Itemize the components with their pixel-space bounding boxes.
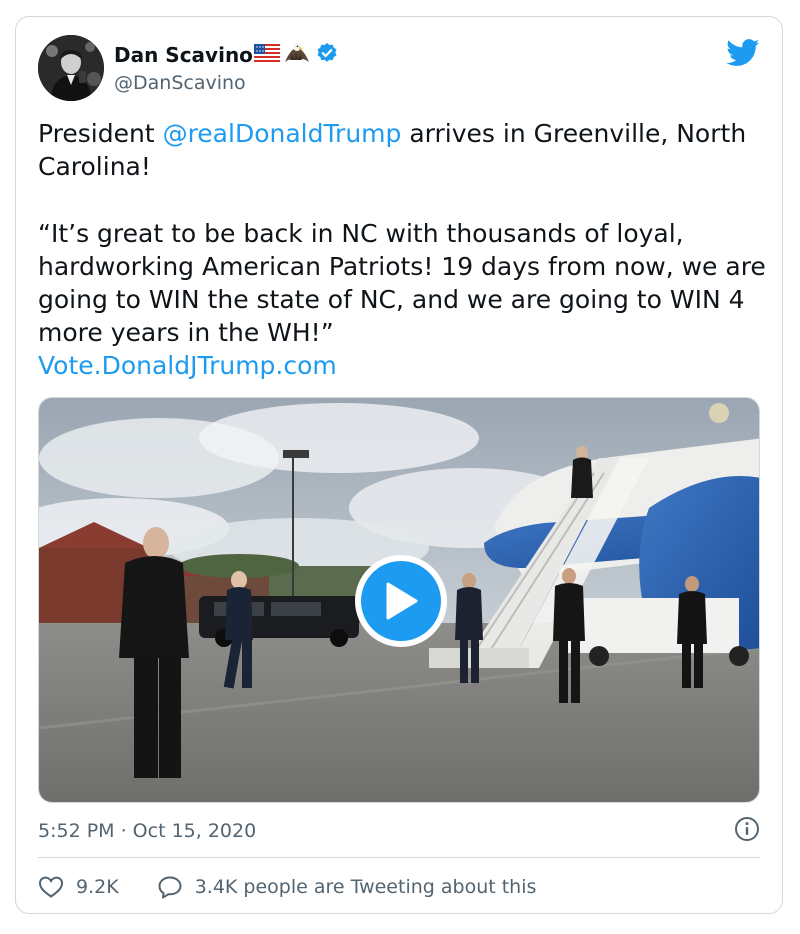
- like-button[interactable]: 9.2K: [38, 875, 119, 899]
- tweet-timestamp[interactable]: 5:52 PM · Oct 15, 2020: [38, 820, 256, 842]
- tweet-text-prefix: President: [38, 119, 163, 148]
- us-flag-emoji: [253, 44, 280, 66]
- tweet-card: Dan Scavino @DanScavino President @realD…: [15, 16, 783, 914]
- verified-badge-icon: [316, 42, 338, 68]
- reply-bubble-icon: [158, 876, 182, 899]
- tweeting-about-text: 3.4K people are Tweeting about this: [194, 876, 537, 898]
- mention-link[interactable]: @realDonaldTrump: [163, 119, 402, 148]
- play-button[interactable]: [355, 555, 447, 647]
- tweet-quote: “It’s great to be back in NC with thousa…: [38, 219, 766, 347]
- author-name[interactable]: Dan Scavino: [114, 43, 253, 67]
- eagle-emoji: [284, 42, 310, 68]
- tweet-meta-row: 5:52 PM · Oct 15, 2020: [38, 816, 760, 847]
- avatar[interactable]: [38, 35, 104, 101]
- like-count: 9.2K: [76, 876, 119, 898]
- video-media[interactable]: [38, 397, 760, 803]
- divider: [38, 857, 760, 858]
- twitter-bird-icon[interactable]: [726, 39, 760, 67]
- heart-icon: [38, 876, 64, 898]
- play-icon[interactable]: [361, 561, 441, 641]
- author-name-row[interactable]: Dan Scavino: [114, 41, 338, 69]
- tweet-first-paragraph: President @realDonaldTrump arrives in Gr…: [38, 117, 768, 183]
- tweeting-about-link[interactable]: 3.4K people are Tweeting about this: [157, 875, 537, 899]
- url-link[interactable]: Vote.DonaldJTrump.com: [38, 349, 768, 382]
- tweet-actions: 9.2K 3.4K people are Tweeting about this: [38, 873, 536, 901]
- author-handle[interactable]: @DanScavino: [114, 72, 246, 94]
- tweet-text: President @realDonaldTrump arrives in Gr…: [38, 117, 768, 382]
- info-icon[interactable]: [734, 816, 760, 847]
